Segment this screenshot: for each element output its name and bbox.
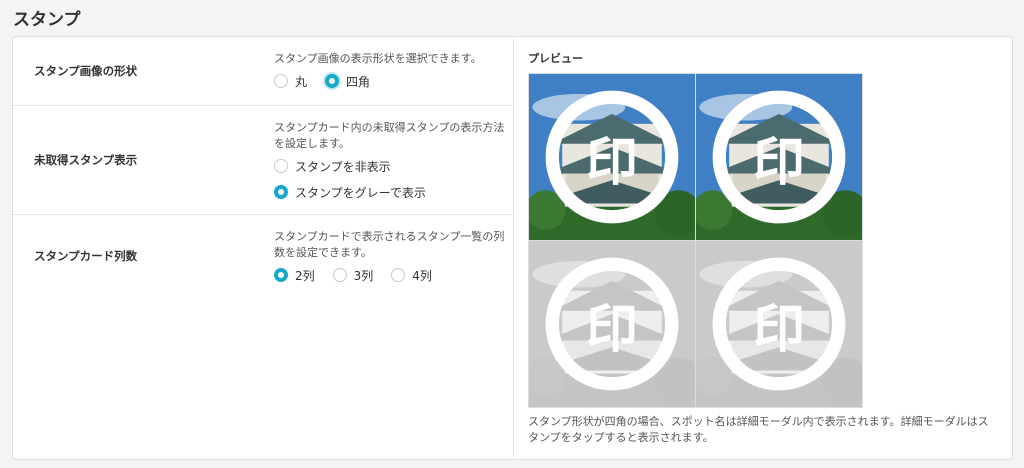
shape-setting-body: スタンプ画像の表示形状を選択できます。 丸 四角: [274, 51, 506, 90]
stamp-glyph-icon: 印: [752, 299, 805, 360]
stamp-tile-acquired: 印: [529, 74, 695, 240]
columns-option-2[interactable]: 2列: [274, 266, 315, 284]
unacquired-setting-body: スタンプカード内の未取得スタンプの表示方法を設定します。 スタンプを非表示 スタ…: [274, 120, 506, 201]
columns-setting-body: スタンプカードで表示されるスタンプ一覧の列数を設定できます。 2列 3列 4列: [274, 229, 506, 284]
radio-circle-icon: [274, 268, 288, 282]
columns-setting-description: スタンプカードで表示されるスタンプ一覧の列数を設定できます。: [274, 230, 505, 259]
unacquired-radio-group: スタンプを非表示 スタンプをグレーで表示: [274, 157, 506, 201]
settings-form: スタンプ画像の形状 スタンプ画像の表示形状を選択できます。 丸 四角 未取得スタ…: [13, 37, 514, 459]
stamp-preview: プレビュー 印印印印 スタンプ形状が四角の場合、スポット名は詳細モーダル内で表示…: [528, 37, 1012, 459]
shape-option-square-label: 四角: [346, 74, 371, 89]
stamp-settings-panel: スタンプ画像の形状 スタンプ画像の表示形状を選択できます。 丸 四角 未取得スタ…: [12, 36, 1013, 460]
stamp-glyph-icon: 印: [752, 132, 805, 193]
radio-circle-icon: [274, 74, 288, 88]
shape-option-circle-label: 丸: [295, 74, 308, 89]
columns-option-4[interactable]: 4列: [391, 266, 432, 284]
preview-note: スタンプ形状が四角の場合、スポット名は詳細モーダル内で表示されます。詳細モーダル…: [528, 415, 989, 444]
stamp-glyph-icon: 印: [585, 132, 638, 193]
shape-radio-group: 丸 四角: [274, 72, 506, 90]
unacquired-option-hide[interactable]: スタンプを非表示: [274, 157, 506, 175]
columns-option-4-label: 4列: [412, 268, 432, 283]
radio-circle-icon: [274, 159, 288, 173]
shape-option-circle[interactable]: 丸: [274, 72, 307, 90]
shape-setting-label: スタンプ画像の形状: [34, 64, 138, 78]
unacquired-setting-label: 未取得スタンプ表示: [34, 153, 138, 167]
columns-option-2-label: 2列: [295, 268, 315, 283]
stamp-glyph-icon: 印: [585, 299, 638, 360]
unacquired-option-gray[interactable]: スタンプをグレーで表示: [274, 183, 506, 201]
stamp-tile-acquired: 印: [696, 74, 862, 240]
radio-circle-icon: [325, 74, 340, 88]
radio-circle-icon: [391, 268, 406, 282]
columns-option-3-label: 3列: [353, 268, 374, 283]
preview-label: プレビュー: [528, 52, 583, 65]
stamp-preview-grid: 印印印印: [528, 73, 863, 408]
unacquired-setting-description: スタンプカード内の未取得スタンプの表示方法を設定します。: [274, 121, 505, 150]
radio-circle-icon: [332, 268, 347, 282]
stamp-tile-gray: 印: [529, 241, 695, 407]
columns-setting-label: スタンプカード列数: [34, 249, 138, 263]
columns-option-3[interactable]: 3列: [332, 266, 374, 284]
unacquired-option-gray-label: スタンプをグレーで表示: [295, 185, 426, 200]
columns-radio-group: 2列 3列 4列: [274, 266, 506, 284]
shape-option-square[interactable]: 四角: [325, 72, 370, 90]
shape-setting-row: スタンプ画像の形状 スタンプ画像の表示形状を選択できます。 丸 四角: [13, 37, 513, 106]
shape-setting-description: スタンプ画像の表示形状を選択できます。: [274, 52, 482, 65]
unacquired-option-hide-label: スタンプを非表示: [295, 159, 391, 174]
unacquired-setting-row: 未取得スタンプ表示 スタンプカード内の未取得スタンプの表示方法を設定します。 ス…: [13, 106, 513, 215]
page-title: スタンプ: [13, 10, 81, 30]
columns-setting-row: スタンプカード列数 スタンプカードで表示されるスタンプ一覧の列数を設定できます。…: [13, 215, 513, 298]
stamp-tile-gray: 印: [696, 241, 862, 407]
radio-circle-icon: [274, 185, 288, 199]
